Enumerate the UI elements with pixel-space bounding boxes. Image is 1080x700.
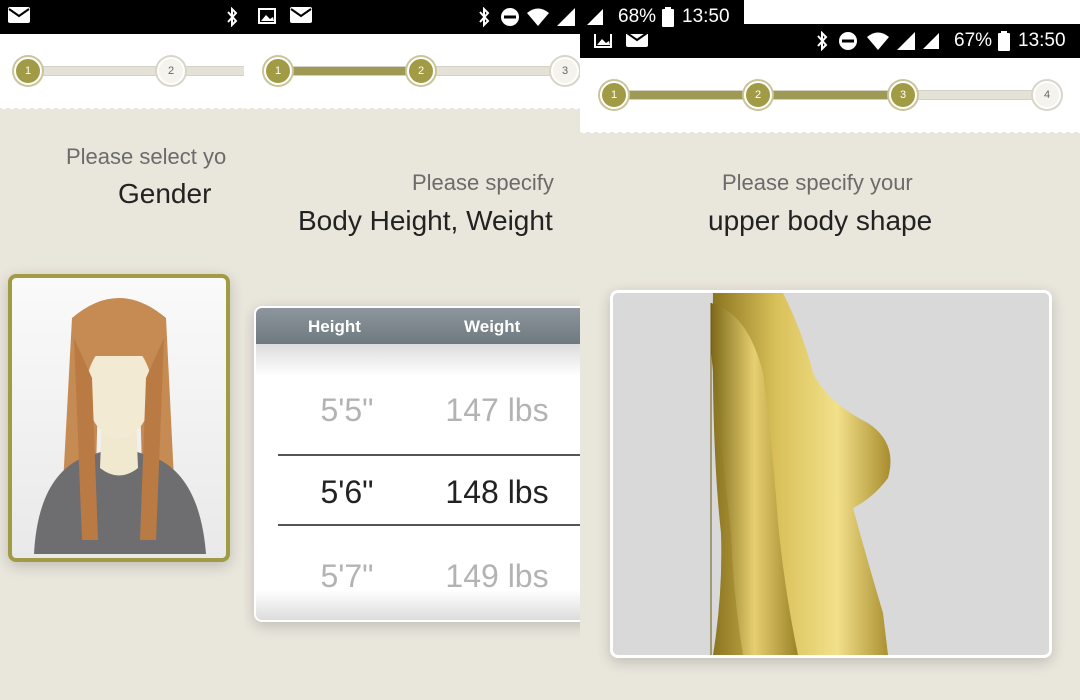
step-3[interactable]: 3: [551, 57, 579, 85]
screen-gender: 1 2 Please select yo Gender: [0, 0, 244, 700]
step-2[interactable]: 2: [157, 57, 185, 85]
prompt-text: Please specify your: [722, 170, 913, 195]
progress-stepper: 1 2: [0, 34, 244, 113]
battery-icon: [998, 31, 1010, 55]
battery-icon: [662, 7, 674, 32]
step-2[interactable]: 2: [744, 81, 772, 109]
signal-icon: [922, 32, 940, 54]
height-option[interactable]: 5'7": [302, 558, 392, 595]
step-1[interactable]: 1: [14, 57, 42, 85]
mail-icon: [8, 7, 30, 27]
weight-column-header: Weight: [464, 317, 521, 336]
screen-height-weight: 1 2 3 Please specify Body Height, Weight…: [244, 0, 580, 700]
page-title: upper body shape: [708, 205, 933, 236]
step-track: [610, 90, 1052, 100]
height-selected[interactable]: 5'6": [302, 474, 392, 511]
signal-icon: [556, 7, 576, 31]
step-1[interactable]: 1: [600, 81, 628, 109]
step-1[interactable]: 1: [264, 57, 292, 85]
weight-selected[interactable]: 148 lbs: [432, 474, 562, 511]
status-bar: [244, 0, 580, 34]
selection-line-top: [278, 454, 580, 456]
wifi-icon: [866, 31, 890, 55]
dnd-icon: [500, 7, 520, 31]
page-title: Body Height, Weight: [298, 205, 553, 236]
progress-stepper: 1 2 3: [244, 34, 580, 113]
wifi-icon: [526, 7, 550, 31]
female-option-card[interactable]: [8, 274, 230, 562]
prompt-text: Please specify: [412, 170, 554, 195]
step-progress-fill: [275, 67, 421, 75]
image-icon: [594, 32, 612, 52]
progress-stepper: 1 2 3 4: [580, 58, 1080, 137]
step-track: [28, 66, 244, 76]
page-title: Gender: [118, 178, 212, 209]
prompt-text: Please select yo: [66, 144, 227, 169]
picker-top-fade: [256, 344, 580, 376]
mail-icon: [626, 31, 648, 51]
body-model-3d: [710, 293, 891, 655]
bluetooth-icon: [478, 6, 490, 31]
weight-option[interactable]: 147 lbs: [432, 392, 562, 429]
mail-icon: [290, 7, 312, 27]
weight-option[interactable]: 149 lbs: [432, 558, 562, 595]
bluetooth-icon: [226, 6, 238, 31]
battery-percent: 67%: [954, 30, 993, 51]
selection-line-bottom: [278, 524, 580, 526]
signal-icon: [896, 31, 916, 55]
step-2[interactable]: 2: [407, 57, 435, 85]
status-bar-extension: 68% 13:50: [580, 0, 744, 34]
status-bar: [0, 0, 244, 34]
image-icon: [258, 8, 276, 28]
battery-percent: 68%: [618, 6, 657, 27]
female-avatar: [34, 298, 206, 554]
height-column-header: Height: [308, 317, 361, 336]
clock: 13:50: [1018, 30, 1066, 51]
height-option[interactable]: 5'5": [302, 392, 392, 429]
signal-icon: [586, 8, 604, 31]
clock: 13:50: [682, 6, 730, 27]
step-4[interactable]: 4: [1033, 81, 1061, 109]
height-weight-picker[interactable]: Height Weight 5'5" 147 lbs 5'6" 148 lbs …: [254, 306, 580, 622]
dnd-icon: [838, 31, 858, 55]
screen-body-shape: 67% 13:50 1 2 3 4 Please specify your up…: [580, 0, 1080, 700]
bluetooth-icon: [816, 30, 828, 55]
picker-header: Height Weight: [256, 308, 580, 344]
body-shape-viewer[interactable]: [610, 290, 1052, 658]
step-3[interactable]: 3: [889, 81, 917, 109]
